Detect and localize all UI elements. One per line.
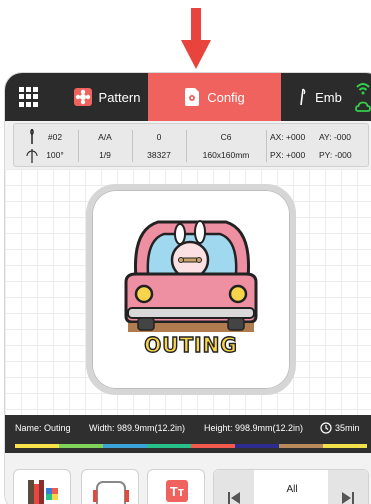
config-icon — [184, 88, 200, 106]
design-time: 35min — [335, 423, 360, 433]
hoop-size: 160x160mm — [202, 150, 250, 160]
device-screen: Pattern Config Emb #02 100° A/A 1/9 0 38… — [4, 72, 371, 504]
clock-icon — [320, 422, 332, 434]
stitch-count: 0 — [156, 132, 162, 142]
text-tool-icon: Tт — [166, 480, 188, 502]
next-icon — [342, 492, 354, 504]
thread-color-segment — [323, 444, 367, 448]
machine-info-panel: #02 100° A/A 1/9 0 38327 C6 160x160mm AX… — [13, 123, 369, 167]
tab-pattern-label: Pattern — [98, 89, 141, 105]
needle-number: #02 — [47, 132, 63, 142]
top-tab-bar: Pattern Config Emb — [5, 73, 371, 121]
page-selector: All — [213, 469, 369, 504]
prev-icon — [228, 492, 240, 504]
hoop-select-button[interactable] — [81, 469, 139, 504]
next-page-button[interactable] — [328, 470, 368, 504]
pointer-arrow-icon — [181, 8, 211, 69]
needle-angle-icon — [26, 129, 38, 163]
tab-emb[interactable]: Emb — [281, 73, 357, 121]
tab-emb-label: Emb — [315, 89, 342, 105]
thread-color-segment — [15, 444, 59, 448]
thread-color-segment — [279, 444, 323, 448]
thread-color-bar — [15, 444, 367, 448]
design-info-strip: Name: Outing Width: 989.9mm(12.2in) Heig… — [5, 415, 371, 453]
bottom-toolbar: Tт All — [5, 453, 371, 504]
palette-icon — [28, 480, 58, 504]
embroidery-hoop[interactable]: OUTING — [86, 184, 296, 395]
design-width: Width: 989.9mm(12.2in) — [89, 423, 186, 433]
stitch-total: 38327 — [147, 150, 171, 160]
tab-config-label: Config — [207, 89, 245, 105]
design-height: Height: 998.9mm(12.2in) — [204, 423, 304, 433]
color-palette-button[interactable] — [13, 469, 71, 504]
hoop-icon — [93, 481, 129, 504]
frame-index: 1/9 — [99, 150, 111, 160]
thread-color-segment — [59, 444, 103, 448]
previous-page-button[interactable] — [214, 470, 254, 504]
wifi-cloud-icon — [355, 83, 371, 112]
design-canvas[interactable]: OUTING — [5, 169, 371, 415]
thread-color-segment — [147, 444, 191, 448]
tab-config[interactable]: Config — [148, 73, 281, 121]
tab-pattern[interactable]: Pattern — [65, 73, 149, 121]
ax-value: AX: +000 — [270, 132, 306, 142]
needle-angle: 100° — [46, 150, 64, 160]
py-value: PY: -000 — [319, 150, 352, 160]
pattern-icon — [73, 88, 92, 106]
ay-value: AY: -000 — [319, 132, 351, 142]
text-tool-button[interactable]: Tт — [147, 469, 205, 504]
design-name: Name: Outing — [15, 423, 71, 433]
page-label: All — [286, 484, 298, 495]
thread-color-segment — [103, 444, 147, 448]
needle-icon — [296, 88, 308, 106]
hoop-code: C6 — [220, 132, 232, 142]
px-value: PX: +000 — [270, 150, 306, 160]
thread-color-segment — [235, 444, 279, 448]
frame-mode: A/A — [98, 132, 112, 142]
svg-text:Tт: Tт — [170, 484, 184, 499]
car-design-artwork[interactable] — [92, 190, 290, 389]
thread-color-segment — [191, 444, 235, 448]
app-grid-icon[interactable] — [19, 87, 39, 107]
design-label: OUTING — [144, 332, 238, 357]
